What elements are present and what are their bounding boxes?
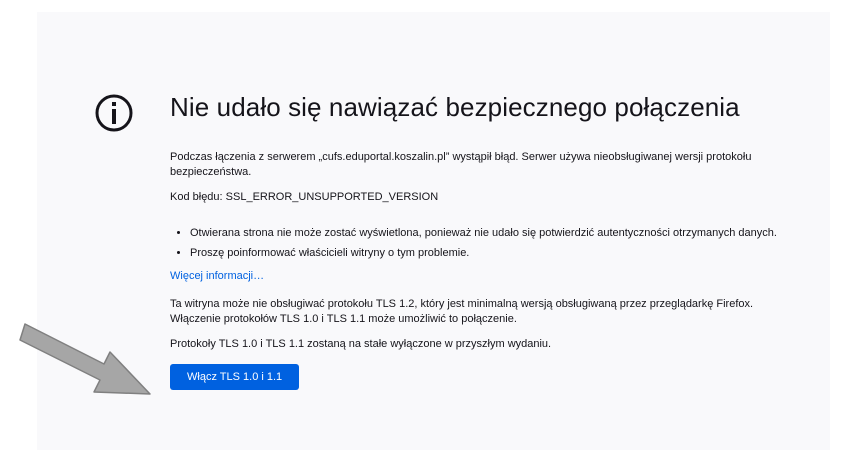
error-page: Nie udało się nawiązać bezpiecznego połą… <box>0 0 844 450</box>
list-item: Otwierana strona nie może zostać wyświet… <box>190 226 780 241</box>
error-description: Podczas łączenia z serwerem „cufs.edupor… <box>170 151 752 178</box>
error-bullet-list: Otwierana strona nie może zostać wyświet… <box>170 226 780 261</box>
learn-more-link[interactable]: Więcej informacji… <box>170 269 264 284</box>
list-item: Proszę poinformować właścicieli witryny … <box>190 246 780 261</box>
tls-version-note: Ta witryna może nie obsługiwać protokołu… <box>170 298 754 325</box>
info-icon <box>95 94 133 132</box>
tls-deprecation-note: Protokoły TLS 1.0 i TLS 1.1 zostaną na s… <box>170 338 552 350</box>
enable-tls-button[interactable]: Włącz TLS 1.0 i 1.1 <box>170 364 300 390</box>
error-code: Kod błędu: SSL_ERROR_UNSUPPORTED_VERSION <box>170 191 439 203</box>
arrow-annotation-icon <box>19 323 151 395</box>
page-title: Nie udało się nawiązać bezpiecznego połą… <box>170 92 740 122</box>
error-content: Podczas łączenia z serwerem „cufs.edupor… <box>170 150 780 390</box>
